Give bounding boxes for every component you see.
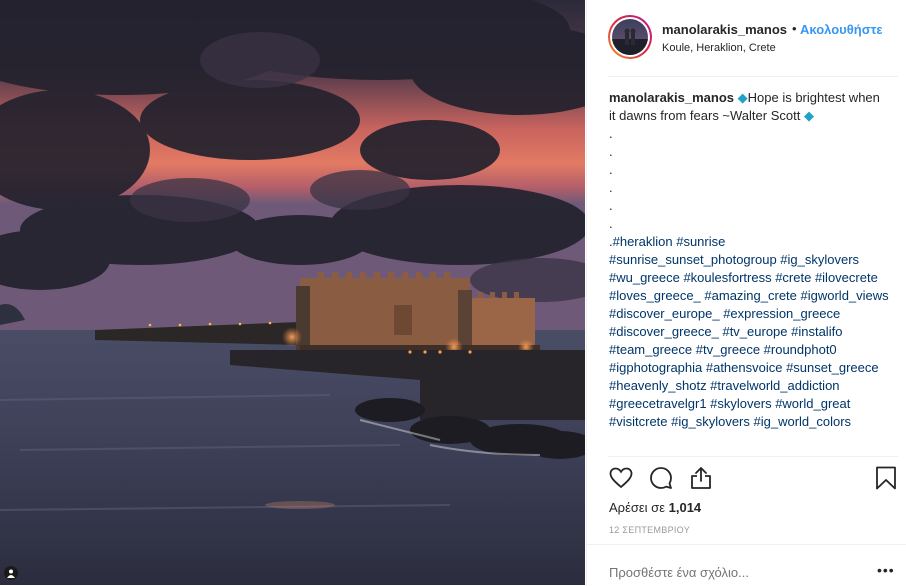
location-link[interactable]: Koule, Heraklion, Crete xyxy=(662,42,776,54)
comment-icon[interactable] xyxy=(649,466,673,495)
avatar[interactable] xyxy=(608,15,652,59)
header-separator: • xyxy=(792,21,797,36)
likes-prefix: Αρέσει σε xyxy=(609,500,665,515)
post-details-panel: manolarakis_manos • Ακολουθήστε Koule, H… xyxy=(586,0,906,585)
dot-line: . xyxy=(609,126,613,141)
diamond-icon: ◆ xyxy=(737,90,748,105)
person-icon xyxy=(7,569,15,578)
actions-divider xyxy=(608,456,898,457)
share-icon[interactable] xyxy=(689,466,713,495)
dot-line: . xyxy=(609,180,613,195)
caption-hashtags[interactable]: .#heraklion #sunrise #sunrise_sunset_pho… xyxy=(609,233,889,431)
dot-line: . xyxy=(609,144,613,159)
castle-sunset-image xyxy=(0,0,585,585)
likes-number: 1,014 xyxy=(668,500,702,515)
bookmark-icon[interactable] xyxy=(875,466,897,495)
dot-line: . xyxy=(609,216,613,231)
user-tag-icon[interactable] xyxy=(4,566,18,580)
caption-username[interactable]: manolarakis_manos xyxy=(609,90,734,105)
header-divider xyxy=(608,76,898,77)
likes-count[interactable]: Αρέσει σε 1,014 xyxy=(609,500,701,515)
heart-icon[interactable] xyxy=(609,466,633,495)
comment-input[interactable] xyxy=(609,565,849,580)
avatar-image xyxy=(612,19,648,55)
post-caption: manolarakis_manos ◆Hope is brightest whe… xyxy=(609,89,889,431)
post-header: manolarakis_manos • Ακολουθήστε Koule, H… xyxy=(587,0,906,76)
diamond-icon: ◆ xyxy=(803,108,814,123)
dot-line: . xyxy=(609,162,613,177)
dot-line: . xyxy=(609,198,613,213)
more-options-icon[interactable]: ••• xyxy=(877,562,895,578)
header-username[interactable]: manolarakis_manos xyxy=(662,22,787,37)
post-date: 12 ΣΕΠΤΕΜΒΡΙΟΥ xyxy=(609,525,690,535)
follow-button[interactable]: Ακολουθήστε xyxy=(800,22,883,37)
action-bar xyxy=(609,466,899,492)
caption-dots: . . . . . . xyxy=(609,125,889,233)
post-photo[interactable] xyxy=(0,0,585,585)
comment-bar: ••• xyxy=(587,544,906,586)
